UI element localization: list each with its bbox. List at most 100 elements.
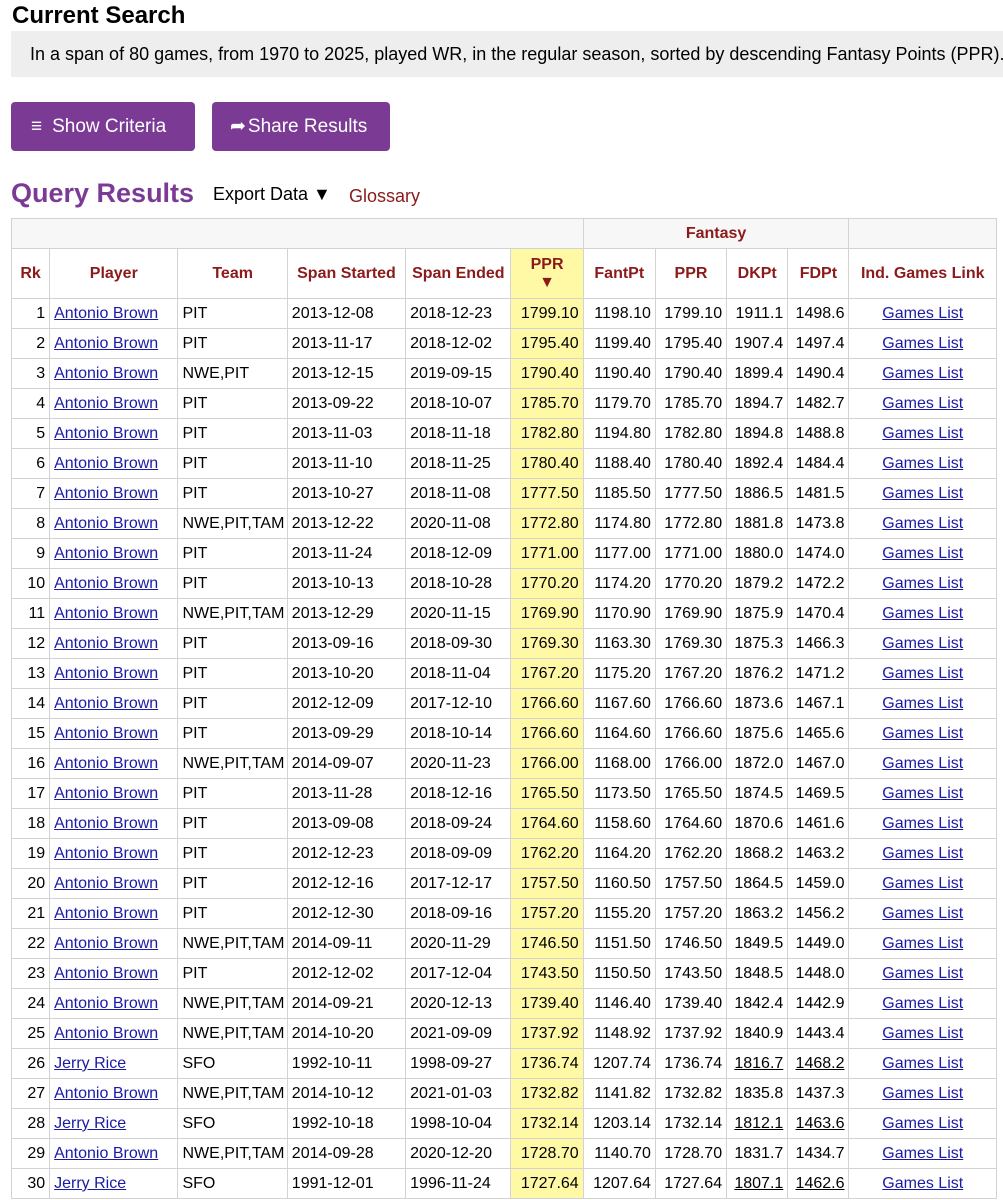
col-header-fantpt[interactable]: FantPt: [582, 248, 656, 299]
row-games-list-link[interactable]: Games List: [882, 755, 963, 772]
show-criteria-button[interactable]: ≡ Show Criteria: [11, 102, 195, 151]
col-header-dkpt[interactable]: DKPt: [726, 248, 789, 299]
row-player-link[interactable]: Antonio Brown: [54, 995, 158, 1012]
row-player-link[interactable]: Antonio Brown: [54, 515, 158, 532]
row-games-list-link[interactable]: Games List: [882, 665, 963, 682]
row-span-started-cell: 1991-12-01: [286, 1168, 407, 1199]
row-games-list-link[interactable]: Games List: [882, 305, 963, 322]
row-games-list-link[interactable]: Games List: [882, 455, 963, 472]
row-games-list-link[interactable]: Games List: [882, 515, 963, 532]
row-player-link[interactable]: Antonio Brown: [54, 695, 158, 712]
row-player-link[interactable]: Antonio Brown: [54, 305, 158, 322]
col-header-fdpt[interactable]: FDPt: [787, 248, 850, 299]
row-games-list-link[interactable]: Games List: [882, 995, 963, 1012]
row-fdpt-cell: 1467.0: [787, 748, 850, 779]
row-span-ended-cell: 2017-12-04: [405, 958, 512, 989]
row-games-list-link[interactable]: Games List: [882, 1085, 963, 1102]
row-games-list-link[interactable]: Games List: [882, 605, 963, 622]
row-team-value: NWE,PIT: [182, 365, 250, 382]
row-ppr-cell: 1757.50: [654, 868, 728, 899]
row-games-list-link[interactable]: Games List: [882, 425, 963, 442]
row-rank-cell: 27: [10, 1078, 51, 1109]
col-header-games-link[interactable]: Ind. Games Link: [848, 248, 997, 299]
row-games-list-link[interactable]: Games List: [882, 545, 963, 562]
row-player-link[interactable]: Antonio Brown: [54, 365, 158, 382]
glossary-link[interactable]: Glossary: [349, 185, 420, 207]
row-player-link[interactable]: Jerry Rice: [54, 1115, 126, 1132]
row-games-list-link[interactable]: Games List: [882, 365, 963, 382]
row-fantpt-value: 1158.60: [594, 815, 651, 832]
col-header-player[interactable]: Player: [49, 248, 179, 299]
col-header-span-ended[interactable]: Span Ended: [405, 248, 512, 299]
col-header-team[interactable]: Team: [177, 248, 288, 299]
row-player-link[interactable]: Antonio Brown: [54, 395, 158, 412]
row-games-list-link[interactable]: Games List: [882, 1115, 963, 1132]
row-span-ended-value: 2018-09-24: [410, 815, 492, 832]
row-games-list-cell: Games List: [848, 688, 997, 719]
row-rank-value: 16: [27, 755, 46, 772]
share-results-button[interactable]: ➦ Share Results: [212, 102, 390, 151]
row-games-list-link[interactable]: Games List: [882, 725, 963, 742]
row-games-list-link[interactable]: Games List: [882, 1145, 963, 1162]
row-games-list-link[interactable]: Games List: [882, 695, 963, 712]
row-games-list-link[interactable]: Games List: [882, 1055, 963, 1072]
row-player-link[interactable]: Antonio Brown: [54, 845, 158, 862]
row-player-link[interactable]: Antonio Brown: [54, 485, 158, 502]
row-player-link[interactable]: Antonio Brown: [54, 1025, 158, 1042]
row-player-link[interactable]: Jerry Rice: [54, 1055, 126, 1072]
row-span-started-value: 2012-12-16: [291, 875, 374, 892]
row-games-list-link[interactable]: Games List: [882, 485, 963, 502]
row-player-link[interactable]: Antonio Brown: [54, 665, 158, 682]
col-header-ppr-sorted[interactable]: PPR ▼: [510, 248, 584, 299]
row-fantpt-value: 1155.20: [594, 905, 651, 922]
col-header-rk[interactable]: Rk: [10, 248, 51, 299]
row-player-link[interactable]: Antonio Brown: [54, 635, 158, 652]
row-fdpt-value: 1448.0: [795, 965, 845, 982]
row-player-link[interactable]: Antonio Brown: [54, 755, 158, 772]
row-player-link[interactable]: Antonio Brown: [54, 815, 158, 832]
col-header-ppr[interactable]: PPR: [654, 248, 728, 299]
row-fantpt-value: 1167.60: [594, 695, 651, 712]
row-player-link[interactable]: Antonio Brown: [54, 875, 158, 892]
row-fdpt-value: 1443.4: [795, 1025, 845, 1042]
row-games-list-link[interactable]: Games List: [882, 815, 963, 832]
row-games-list-link[interactable]: Games List: [882, 1025, 963, 1042]
row-player-link[interactable]: Antonio Brown: [54, 575, 158, 592]
row-dkpt-cell: 1872.0: [726, 748, 789, 779]
row-player-link[interactable]: Antonio Brown: [54, 425, 158, 442]
row-player-link[interactable]: Antonio Brown: [54, 1085, 158, 1102]
row-player-link[interactable]: Antonio Brown: [54, 785, 158, 802]
export-data-dropdown[interactable]: Export Data ▼: [213, 183, 331, 205]
row-fdpt-value: 1437.3: [795, 1085, 845, 1102]
row-team-cell: PIT: [177, 718, 288, 749]
row-player-link[interactable]: Antonio Brown: [54, 455, 158, 472]
row-games-list-link[interactable]: Games List: [882, 575, 963, 592]
row-games-list-cell: Games List: [848, 1108, 997, 1139]
row-team-cell: PIT: [177, 868, 288, 899]
row-games-list-link[interactable]: Games List: [882, 935, 963, 952]
row-games-list-link[interactable]: Games List: [882, 845, 963, 862]
col-header-span-started[interactable]: Span Started: [286, 248, 407, 299]
row-player-link[interactable]: Antonio Brown: [54, 725, 158, 742]
row-player-link[interactable]: Antonio Brown: [54, 965, 158, 982]
row-ppr-sorted-value: 1782.80: [520, 425, 579, 442]
row-dkpt-value: 1873.6: [734, 695, 784, 712]
row-games-list-link[interactable]: Games List: [882, 965, 963, 982]
row-games-list-link[interactable]: Games List: [882, 875, 963, 892]
row-games-list-link[interactable]: Games List: [882, 335, 963, 352]
row-player-link[interactable]: Antonio Brown: [54, 935, 158, 952]
row-span-started-value: 2012-12-09: [291, 695, 374, 712]
row-games-list-link[interactable]: Games List: [882, 635, 963, 652]
row-games-list-link[interactable]: Games List: [882, 1175, 963, 1192]
row-player-link[interactable]: Antonio Brown: [54, 1145, 158, 1162]
row-player-link[interactable]: Antonio Brown: [54, 335, 158, 352]
row-games-list-link[interactable]: Games List: [882, 395, 963, 412]
row-span-started-cell: 2013-09-29: [286, 718, 407, 749]
row-games-list-link[interactable]: Games List: [882, 905, 963, 922]
row-player-link[interactable]: Antonio Brown: [54, 905, 158, 922]
row-player-link[interactable]: Antonio Brown: [54, 545, 158, 562]
row-games-list-link[interactable]: Games List: [882, 785, 963, 802]
row-ppr-value: 1728.70: [664, 1145, 723, 1162]
row-player-link[interactable]: Antonio Brown: [54, 605, 158, 622]
row-player-link[interactable]: Jerry Rice: [54, 1175, 126, 1192]
